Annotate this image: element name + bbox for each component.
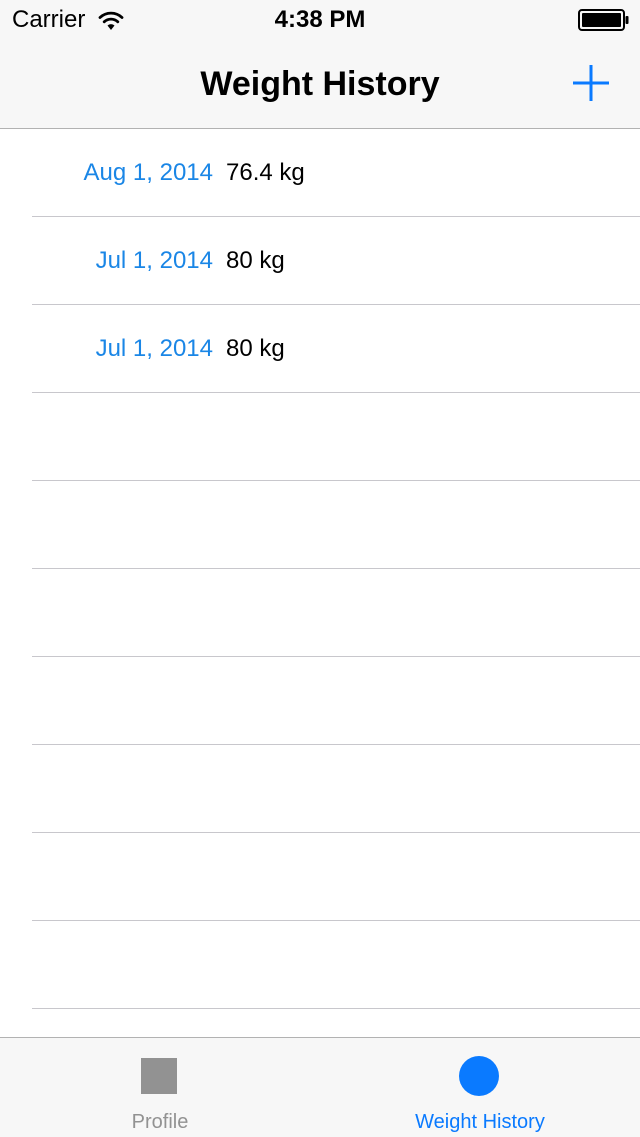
table-row xyxy=(0,657,640,745)
tab-profile[interactable]: Profile xyxy=(0,1038,320,1137)
table-row[interactable]: Jul 1, 2014 80 kg xyxy=(0,217,640,305)
battery-icon xyxy=(578,9,629,31)
row-date xyxy=(0,481,213,568)
tab-weight-history[interactable]: Weight History xyxy=(320,1038,640,1137)
table-row xyxy=(0,481,640,569)
row-weight: 76.4 kg xyxy=(226,159,305,186)
table-row xyxy=(0,1009,640,1036)
row-date xyxy=(0,1009,213,1036)
plus-icon xyxy=(573,65,609,101)
table-row xyxy=(0,745,640,833)
table-row xyxy=(0,393,640,481)
tab-profile-label: Profile xyxy=(131,1111,189,1133)
row-date xyxy=(0,921,213,1008)
row-date xyxy=(0,833,213,920)
weight-history-table[interactable]: Aug 1, 2014 76.4 kg Jul 1, 2014 80 kg Jul 1,… xyxy=(0,129,640,1036)
table-row xyxy=(0,921,640,1009)
row-date: Aug 1, 2014 xyxy=(83,159,213,186)
row-weight: 80 kg xyxy=(226,247,285,274)
row-date: Jul 1, 2014 xyxy=(95,335,213,362)
row-date: Jul 1, 2014 xyxy=(95,247,213,274)
add-weight-button[interactable] xyxy=(564,56,618,110)
table-row[interactable]: Jul 1, 2014 80 kg xyxy=(0,305,640,393)
row-date xyxy=(0,393,213,480)
tab-weight-history-label: Weight History xyxy=(415,1111,545,1133)
table-row xyxy=(0,833,640,921)
square-icon xyxy=(141,1058,177,1094)
table-row xyxy=(0,569,640,657)
row-weight: 80 kg xyxy=(226,335,285,362)
navigation-bar: Weight History xyxy=(0,40,640,129)
row-date xyxy=(0,569,213,656)
row-date xyxy=(0,657,213,744)
status-time: 4:38 PM xyxy=(274,6,366,33)
circle-icon xyxy=(459,1056,499,1096)
table-row[interactable]: Aug 1, 2014 76.4 kg xyxy=(0,129,640,217)
page-title: Weight History xyxy=(200,65,440,103)
tab-bar: Profile Weight History xyxy=(0,1037,640,1137)
row-date xyxy=(0,745,213,832)
status-bar: Carrier 4:38 PM xyxy=(0,0,640,40)
